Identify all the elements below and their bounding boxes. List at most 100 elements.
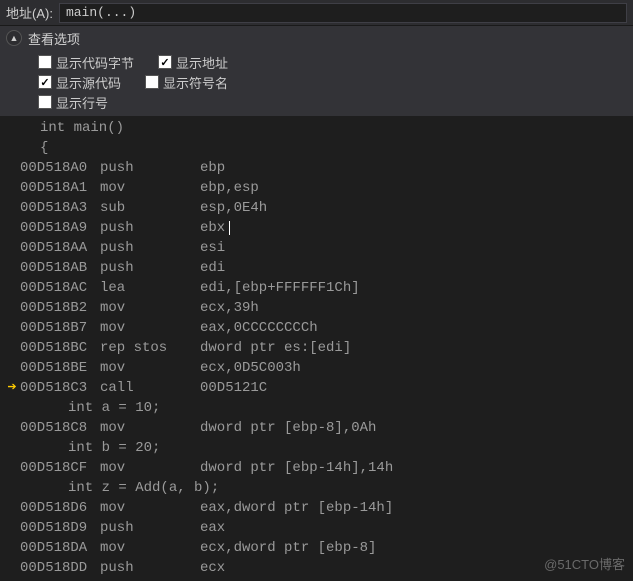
- asm-line[interactable]: 00D518D6 moveax,dword ptr [ebp-14h]: [0, 498, 633, 518]
- option-label: 显示行号: [56, 93, 108, 112]
- asm-address: 00D518DD: [20, 558, 100, 578]
- disassembly-view[interactable]: int main(){00D518A0 pushebp00D518A1 move…: [0, 116, 633, 581]
- options-header-row: ▲ 查看选项: [0, 26, 633, 50]
- asm-mnemonic: mov: [100, 458, 200, 478]
- asm-operands: edi,[ebp+FFFFFF1Ch]: [200, 278, 360, 298]
- asm-line[interactable]: 00D518A3 subesp,0E4h: [0, 198, 633, 218]
- asm-line[interactable]: 00D518AC leaedi,[ebp+FFFFFF1Ch]: [0, 278, 633, 298]
- asm-mnemonic: push: [100, 218, 200, 238]
- source-text: {: [20, 138, 48, 158]
- gutter: ➔: [4, 378, 20, 398]
- asm-operands: ecx,dword ptr [ebp-8]: [200, 538, 376, 558]
- asm-address: 00D518A1: [20, 178, 100, 198]
- asm-line[interactable]: 00D518A0 pushebp: [0, 158, 633, 178]
- asm-line[interactable]: 00D518D9 pusheax: [0, 518, 633, 538]
- asm-line[interactable]: 00D518BC rep stosdword ptr es:[edi]: [0, 338, 633, 358]
- asm-mnemonic: lea: [100, 278, 200, 298]
- checkbox-icon[interactable]: [38, 95, 52, 109]
- source-line[interactable]: int main(): [0, 118, 633, 138]
- watermark: @51CTO博客: [544, 554, 625, 573]
- asm-operands: ecx,0D5C003h: [200, 358, 301, 378]
- source-text: int z = Add(a, b);: [20, 478, 219, 498]
- asm-address: 00D518BE: [20, 358, 100, 378]
- asm-operands: ebp,esp: [200, 178, 259, 198]
- option-label: 显示符号名: [163, 73, 228, 92]
- asm-mnemonic: mov: [100, 418, 200, 438]
- asm-operands: ecx,39h: [200, 298, 259, 318]
- asm-mnemonic: push: [100, 158, 200, 178]
- asm-operands: ebp: [200, 158, 225, 178]
- asm-operands: eax,dword ptr [ebp-14h]: [200, 498, 393, 518]
- asm-line[interactable]: 00D518B2 movecx,39h: [0, 298, 633, 318]
- asm-line[interactable]: 00D518DA movecx,dword ptr [ebp-8]: [0, 538, 633, 558]
- collapse-icon[interactable]: ▲: [6, 30, 22, 46]
- checkbox-icon[interactable]: [145, 75, 159, 89]
- options-panel: 显示代码字节 ✓ 显示地址 ✓ 显示源代码 显示符号名 显示行号: [0, 50, 633, 116]
- source-line[interactable]: {: [0, 138, 633, 158]
- checkbox-icon[interactable]: ✓: [38, 75, 52, 89]
- address-input[interactable]: [59, 3, 627, 23]
- option-show-line-numbers[interactable]: 显示行号: [38, 93, 108, 112]
- asm-mnemonic: push: [100, 558, 200, 578]
- asm-line[interactable]: 00D518A1 movebp,esp: [0, 178, 633, 198]
- source-text: int b = 20;: [20, 438, 160, 458]
- asm-address: 00D518BC: [20, 338, 100, 358]
- asm-operands: edi: [200, 258, 225, 278]
- asm-mnemonic: rep stos: [100, 338, 200, 358]
- address-bar: 地址(A):: [0, 0, 633, 26]
- text-cursor: [229, 221, 230, 235]
- current-instruction-arrow-icon: ➔: [7, 378, 16, 398]
- address-label: 地址(A):: [6, 3, 53, 22]
- asm-line[interactable]: 00D518CF movdword ptr [ebp-14h],14h: [0, 458, 633, 478]
- asm-operands: dword ptr es:[edi]: [200, 338, 351, 358]
- asm-address: 00D518AA: [20, 238, 100, 258]
- option-label: 显示源代码: [56, 73, 121, 92]
- option-show-symbol-names[interactable]: 显示符号名: [145, 73, 228, 92]
- asm-operands: ecx: [200, 558, 225, 578]
- asm-mnemonic: mov: [100, 358, 200, 378]
- asm-mnemonic: call: [100, 378, 200, 398]
- asm-mnemonic: mov: [100, 178, 200, 198]
- asm-address: 00D518A0: [20, 158, 100, 178]
- checkbox-icon[interactable]: [38, 55, 52, 69]
- asm-mnemonic: mov: [100, 538, 200, 558]
- asm-line[interactable]: 00D518BE movecx,0D5C003h: [0, 358, 633, 378]
- asm-mnemonic: mov: [100, 498, 200, 518]
- asm-line[interactable]: 00D518B7 moveax,0CCCCCCCCh: [0, 318, 633, 338]
- asm-address: 00D518C8: [20, 418, 100, 438]
- source-line[interactable]: int z = Add(a, b);: [0, 478, 633, 498]
- asm-operands: dword ptr [ebp-8],0Ah: [200, 418, 376, 438]
- asm-operands: dword ptr [ebp-14h],14h: [200, 458, 393, 478]
- option-label: 显示地址: [176, 53, 228, 72]
- source-text: int a = 10;: [20, 398, 160, 418]
- asm-line[interactable]: 00D518C8 movdword ptr [ebp-8],0Ah: [0, 418, 633, 438]
- option-show-code-bytes[interactable]: 显示代码字节: [38, 53, 134, 72]
- option-show-source[interactable]: ✓ 显示源代码: [38, 73, 121, 92]
- source-line[interactable]: int a = 10;: [0, 398, 633, 418]
- asm-line[interactable]: 00D518A9 pushebx: [0, 218, 633, 238]
- asm-operands: 00D5121C: [200, 378, 267, 398]
- asm-address: 00D518D9: [20, 518, 100, 538]
- asm-operands: ebx: [200, 218, 225, 238]
- asm-mnemonic: sub: [100, 198, 200, 218]
- asm-line[interactable]: 00D518AB pushedi: [0, 258, 633, 278]
- asm-address: 00D518A9: [20, 218, 100, 238]
- asm-address: 00D518CF: [20, 458, 100, 478]
- asm-mnemonic: mov: [100, 318, 200, 338]
- asm-line[interactable]: ➔00D518C3 call00D5121C: [0, 378, 633, 398]
- options-header-label: 查看选项: [28, 29, 80, 48]
- asm-mnemonic: push: [100, 238, 200, 258]
- asm-address: 00D518D6: [20, 498, 100, 518]
- asm-address: 00D518DA: [20, 538, 100, 558]
- option-show-address[interactable]: ✓ 显示地址: [158, 53, 228, 72]
- asm-line[interactable]: 00D518AA pushesi: [0, 238, 633, 258]
- asm-operands: esi: [200, 238, 225, 258]
- source-line[interactable]: int b = 20;: [0, 438, 633, 458]
- asm-address: 00D518A3: [20, 198, 100, 218]
- option-label: 显示代码字节: [56, 53, 134, 72]
- asm-line[interactable]: 00D518DD pushecx: [0, 558, 633, 578]
- checkbox-icon[interactable]: ✓: [158, 55, 172, 69]
- asm-address: 00D518AB: [20, 258, 100, 278]
- asm-mnemonic: push: [100, 258, 200, 278]
- asm-mnemonic: mov: [100, 298, 200, 318]
